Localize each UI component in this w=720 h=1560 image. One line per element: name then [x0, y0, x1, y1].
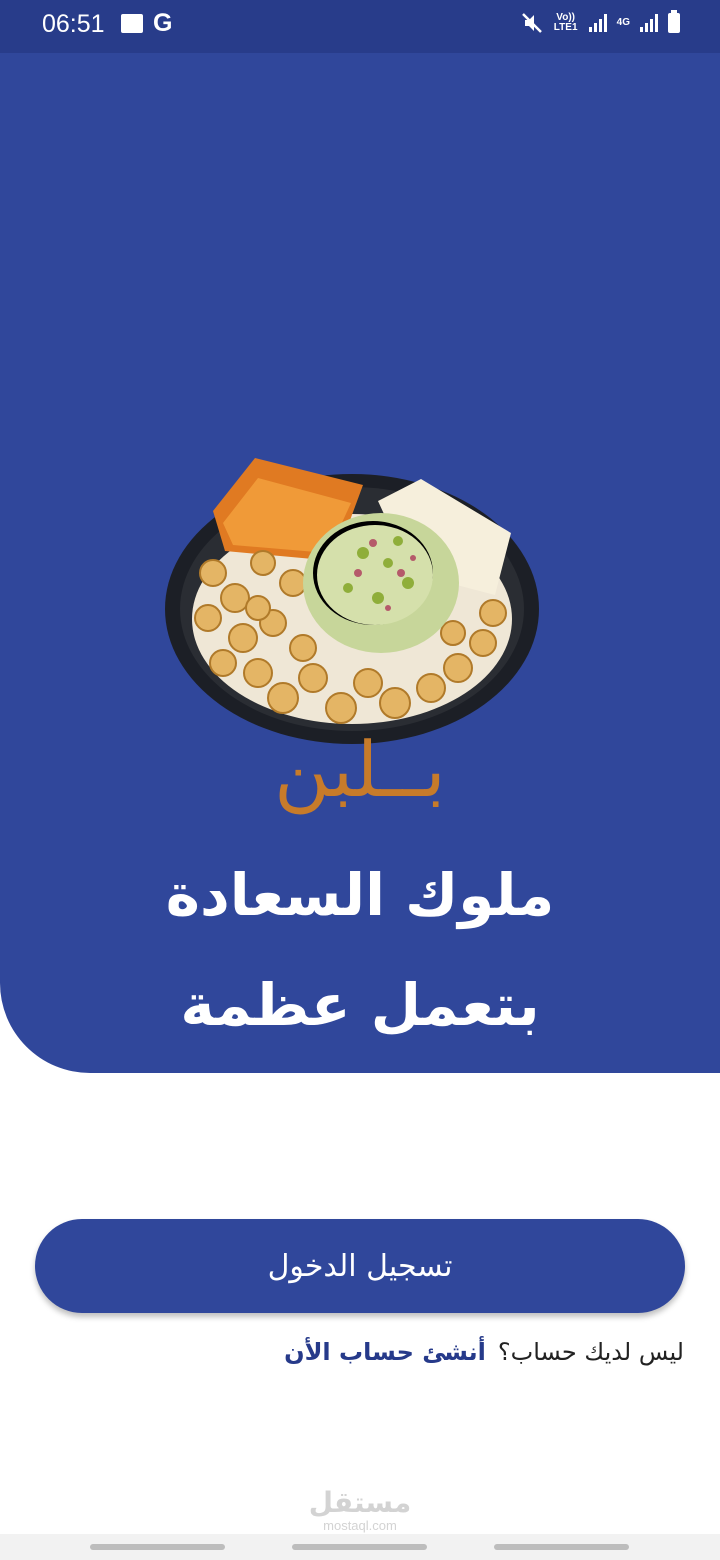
watermark-logo: مستقل mostaql.com [0, 1486, 720, 1534]
brand-name: بــلبن [274, 725, 446, 814]
google-icon: G [153, 9, 173, 37]
dessert-bowl-image [165, 458, 539, 744]
nav-back-button[interactable] [494, 1544, 629, 1550]
signal-icon [588, 14, 607, 32]
nav-recent-button[interactable] [90, 1544, 225, 1550]
network-label: 4G [616, 17, 630, 28]
signup-row: ليس لديك حساب؟ أنشئ حساب الأن [284, 1338, 684, 1366]
mute-icon [521, 13, 542, 33]
hero-panel: بــلبن ملوك السعادة بتعمل عظمة [0, 53, 720, 1073]
system-nav-bar [0, 1534, 720, 1560]
status-time: 06:51 [42, 10, 105, 38]
watermark-domain: mostaql.com [323, 1518, 397, 1533]
gallery-icon [121, 14, 143, 33]
status-right-icons: Vo)) LTE1 4G [521, 10, 680, 34]
volte-label: Vo)) LTE1 [553, 12, 578, 33]
tagline-line-2: بتعمل عظمة [180, 971, 540, 1039]
nav-home-button[interactable] [292, 1544, 427, 1550]
watermark-name: مستقل [308, 1486, 412, 1519]
status-bar: 06:51 G Vo)) LTE1 4G [0, 0, 720, 53]
signal-icon-2 [640, 14, 658, 32]
login-button[interactable]: تسجيل الدخول [35, 1219, 685, 1313]
battery-icon [668, 10, 680, 33]
create-account-link[interactable]: أنشئ حساب الأن [284, 1338, 486, 1366]
tagline-line-1: ملوك السعادة [165, 861, 555, 929]
signup-prompt: ليس لديك حساب؟ [497, 1338, 684, 1366]
